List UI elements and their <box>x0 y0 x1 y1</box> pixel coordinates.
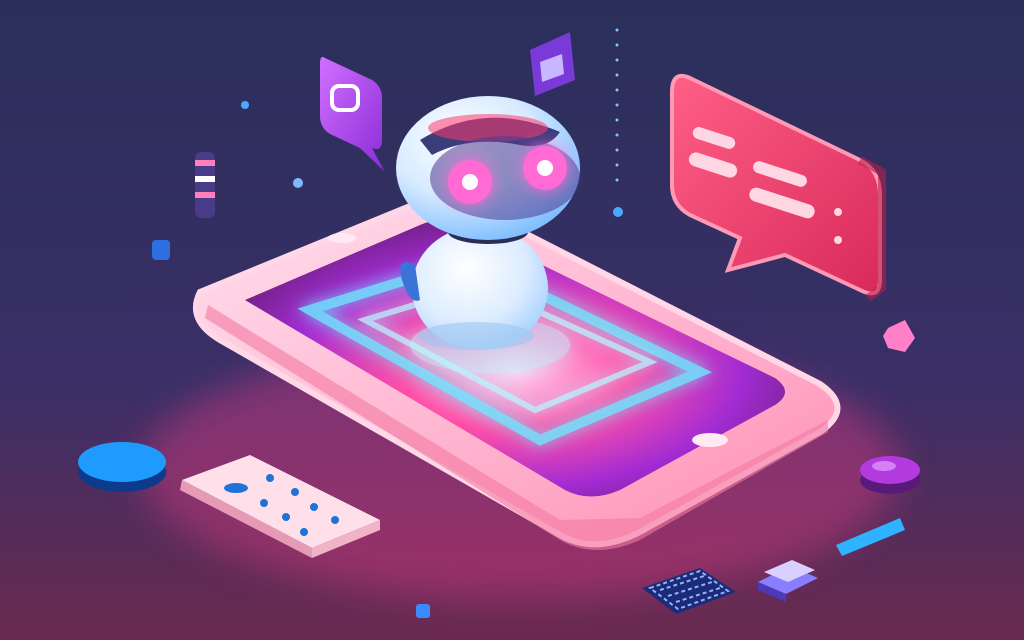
floating-dot <box>293 178 303 188</box>
phone-home-button <box>692 433 728 447</box>
scene <box>0 0 1024 640</box>
button-icon <box>860 456 920 494</box>
disc-icon <box>78 442 166 492</box>
phone-speaker <box>328 233 356 243</box>
capsule-icon <box>195 152 215 218</box>
illustration <box>0 0 1024 640</box>
small-cube-icon <box>416 604 430 618</box>
cube-icon <box>152 240 170 260</box>
floating-dot <box>241 101 249 109</box>
bubble-dot <box>834 208 842 216</box>
bubble-dot <box>834 236 842 244</box>
